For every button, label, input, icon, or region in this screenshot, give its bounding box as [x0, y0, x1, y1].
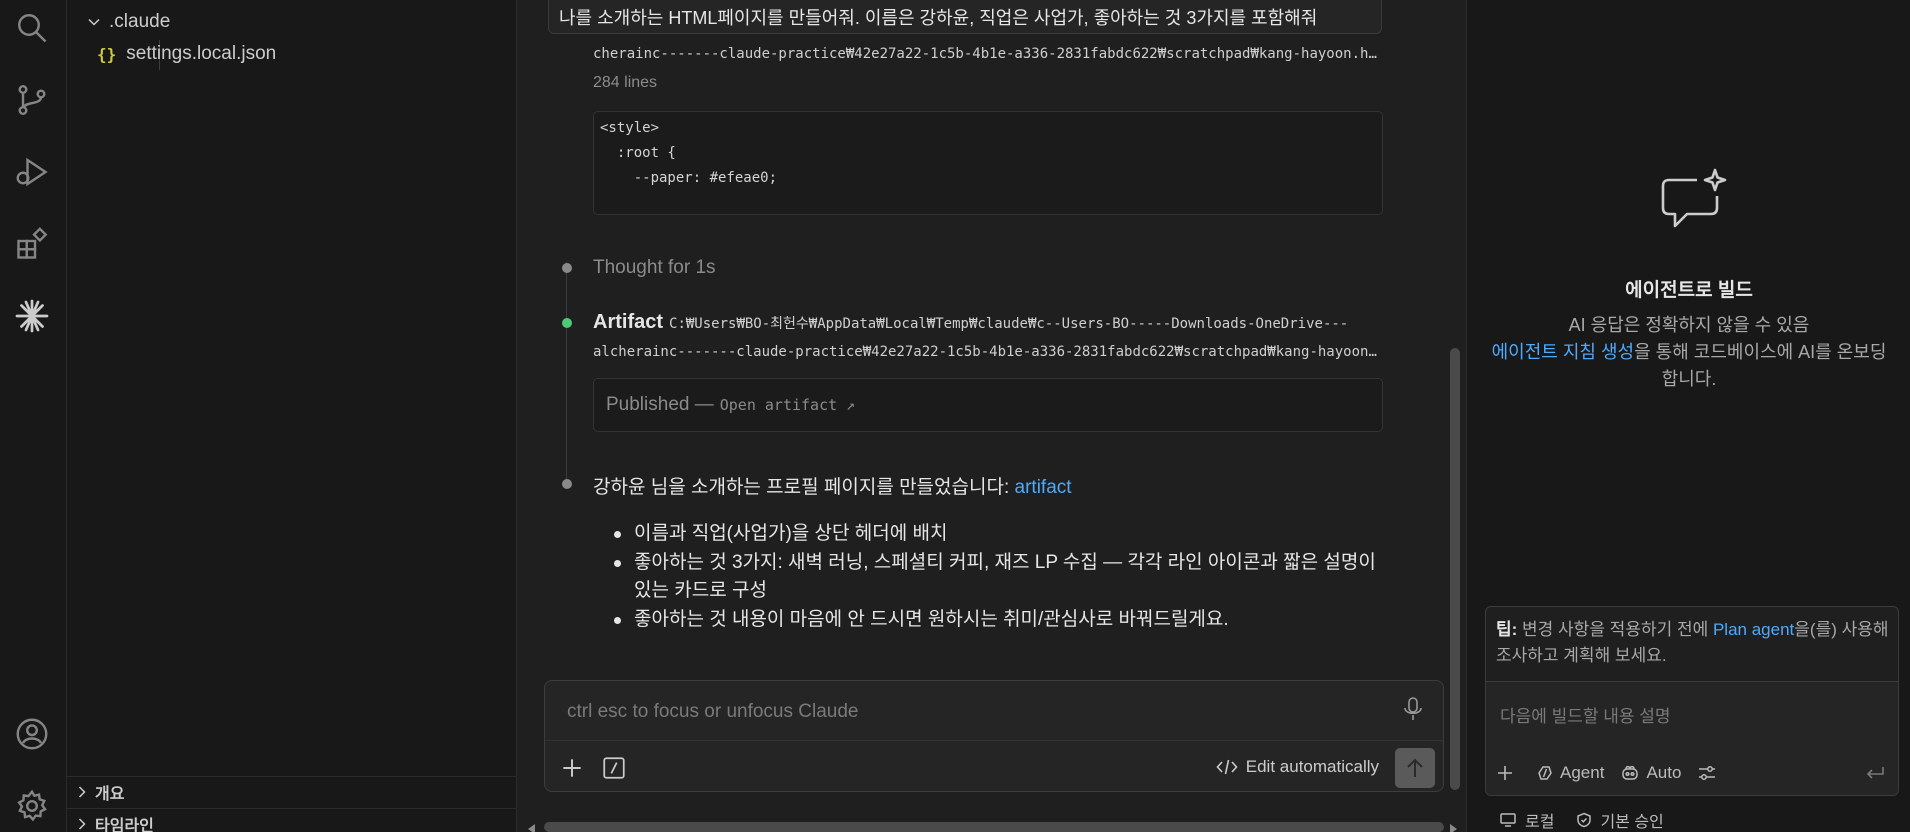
add-attachment-button[interactable] — [559, 755, 585, 781]
lines-count: 284 lines — [593, 74, 658, 91]
user-message-text: 나를 소개하는 HTML페이지를 만들어줘. 이름은 강하윤, 직업은 사업가,… — [559, 7, 1318, 28]
chat-input[interactable]: ctrl esc to focus or unfocus Claude — [567, 701, 858, 723]
generate-instructions-link[interactable]: 에이전트 지침 생성 — [1492, 342, 1634, 362]
agent-input[interactable]: 다음에 빌드할 내용 설명 — [1500, 702, 1671, 727]
chevron-right-icon — [78, 817, 86, 830]
step-dot — [562, 263, 572, 273]
reply-bullets: 이름과 직업(사업가)을 상단 헤더에 배치 좋아하는 것 3가지: 새벽 러닝… — [612, 520, 1382, 634]
run-debug-icon[interactable] — [12, 152, 52, 192]
vertical-scrollbar[interactable] — [1450, 348, 1460, 790]
artifact-path[interactable]: C:₩Users₩BO-최헌수₩AppData₩Local₩Temp₩claud… — [669, 316, 1348, 332]
activity-bar — [0, 0, 67, 832]
agent-icon — [1538, 766, 1552, 780]
arrow-up-icon — [1407, 758, 1423, 777]
file-name: settings.local.json — [126, 43, 277, 64]
horizontal-scrollbar[interactable] — [544, 822, 1444, 832]
desc-line-2: 을 통해 코드베이스에 AI를 온보딩합니다. — [1634, 342, 1887, 389]
agent-input-area: 다음에 빌드할 내용 설명 Agent Auto — [1486, 681, 1898, 795]
sliders-icon — [1699, 766, 1716, 780]
list-item: 좋아하는 것 내용이 마음에 안 드시면 원하시는 취미/관심사로 바꿔드릴게요… — [612, 606, 1382, 635]
claude-chat-panel: 나를 소개하는 HTML페이지를 만들어줘. 이름은 강하윤, 직업은 사업가,… — [518, 0, 1464, 832]
agent-input-box: 팁: 변경 사항을 적용하기 전에 Plan agent을(를) 사용해 조사하… — [1485, 606, 1899, 796]
agent-mode-picker[interactable]: Agent — [1536, 763, 1604, 783]
empty-state-description: AI 응답은 정확하지 않을 수 있음 에이전트 지침 생성을 통해 코드베이스… — [1487, 312, 1891, 393]
auto-label: Auto — [1646, 763, 1682, 782]
code-line: --paper: #efeae0; — [600, 170, 778, 186]
step-dot — [562, 479, 572, 489]
claude-icon[interactable] — [12, 296, 52, 336]
monitor-icon — [1500, 813, 1516, 827]
json-file-icon: {} — [97, 44, 117, 64]
shield-icon — [1577, 812, 1592, 828]
code-line: :root { — [600, 145, 676, 161]
file-path[interactable]: cherainc-------claude-practice₩42e27a22-… — [593, 46, 1383, 62]
tip-label: 팁: — [1496, 620, 1518, 639]
local-label: 로컬 — [1525, 814, 1555, 831]
extensions-icon[interactable] — [12, 224, 52, 264]
agent-panel: 에이전트로 빌드 AI 응답은 정확하지 않을 수 있음 에이전트 지침 생성을… — [1466, 0, 1910, 832]
explorer-panel: .claude {} settings.local.json 개요 타임라인 — [67, 0, 517, 832]
code-preview[interactable]: <style> :root { --paper: #efeae0; — [593, 111, 1383, 215]
desc-line-1: AI 응답은 정확하지 않을 수 있음 — [1568, 315, 1810, 335]
chat-input-box: ctrl esc to focus or unfocus Claude Edit… — [544, 680, 1444, 792]
assistant-reply: 강하윤 님을 소개하는 프로필 페이지를 만들었습니다: artifact — [593, 472, 1072, 499]
slash-command-button[interactable] — [601, 755, 627, 781]
chat-sparkle-icon — [1661, 168, 1727, 228]
local-target-button[interactable]: 로컬 — [1499, 808, 1554, 832]
reply-text: 강하윤 님을 소개하는 프로필 페이지를 만들었습니다: — [593, 477, 1015, 498]
enter-icon[interactable] — [1864, 764, 1886, 782]
account-icon[interactable] — [12, 714, 52, 754]
published-label: Published — — [606, 394, 714, 415]
send-button[interactable] — [1395, 748, 1435, 788]
timeline-label: 타임라인 — [95, 817, 154, 832]
thought-label[interactable]: Thought for 1s — [593, 257, 716, 279]
tip-text: 팁: 변경 사항을 적용하기 전에 Plan agent을(를) 사용해 조사하… — [1496, 617, 1891, 669]
code-icon — [1216, 759, 1238, 775]
list-item: 이름과 직업(사업가)을 상단 헤더에 배치 — [612, 520, 1382, 549]
default-approval-button[interactable]: 기본 승인 — [1576, 808, 1664, 832]
folder-name: .claude — [109, 11, 171, 32]
folder-claude[interactable]: .claude — [87, 8, 170, 36]
agent-label: Agent — [1560, 763, 1605, 782]
file-settings-local-json[interactable]: {} settings.local.json — [97, 40, 276, 68]
edit-mode-toggle[interactable]: Edit automatically — [1216, 757, 1379, 777]
published-box: Published — Open artifact ↗ — [593, 378, 1383, 432]
plan-agent-link[interactable]: Plan agent — [1713, 620, 1794, 639]
gear-icon[interactable] — [12, 786, 52, 826]
user-message: 나를 소개하는 HTML페이지를 만들어줘. 이름은 강하윤, 직업은 사업가,… — [548, 0, 1382, 34]
chevron-down-icon — [88, 18, 100, 26]
open-artifact-link[interactable]: Open artifact ↗ — [720, 396, 855, 414]
search-icon[interactable] — [12, 8, 52, 48]
empty-state-title: 에이전트로 빌드 — [1625, 280, 1753, 301]
model-picker[interactable]: Auto — [1620, 763, 1681, 783]
timeline-line — [566, 262, 567, 486]
agent-footer: 로컬 기본 승인 — [1499, 808, 1686, 832]
plus-icon — [1498, 766, 1512, 780]
artifact-path-continued[interactable]: alcherainc-------claude-practice₩42e27a2… — [593, 344, 1383, 360]
chevron-right-icon — [78, 785, 86, 798]
code-line: <style> — [600, 120, 660, 136]
edit-mode-label: Edit automatically — [1245, 757, 1379, 776]
outline-section[interactable]: 개요 — [67, 776, 517, 806]
list-item: 좋아하는 것 3가지: 새벽 러닝, 스페셜티 커피, 재즈 LP 수집 — 각… — [612, 549, 1382, 606]
artifact-label: Artifact — [593, 311, 664, 333]
scroll-right-arrow[interactable] — [1450, 824, 1457, 832]
add-context-button[interactable] — [1496, 764, 1520, 782]
agent-toolbar: Agent Auto — [1496, 760, 1891, 786]
success-dot — [562, 318, 572, 328]
timeline-section[interactable]: 타임라인 — [67, 808, 517, 832]
approval-label: 기본 승인 — [1600, 814, 1664, 831]
copilot-icon — [1622, 765, 1639, 780]
artifact-header: Artifact C:₩Users₩BO-최헌수₩AppData₩Local₩Te… — [593, 311, 1383, 334]
microphone-icon[interactable] — [1401, 695, 1425, 723]
outline-label: 개요 — [95, 785, 125, 803]
input-divider — [545, 740, 1443, 741]
artifact-link[interactable]: artifact — [1015, 477, 1072, 498]
source-control-icon[interactable] — [12, 80, 52, 120]
settings-sliders-button[interactable] — [1697, 764, 1723, 782]
tip-part-1: 변경 사항을 적용하기 전에 — [1517, 620, 1713, 639]
scroll-left-arrow[interactable] — [528, 824, 535, 832]
